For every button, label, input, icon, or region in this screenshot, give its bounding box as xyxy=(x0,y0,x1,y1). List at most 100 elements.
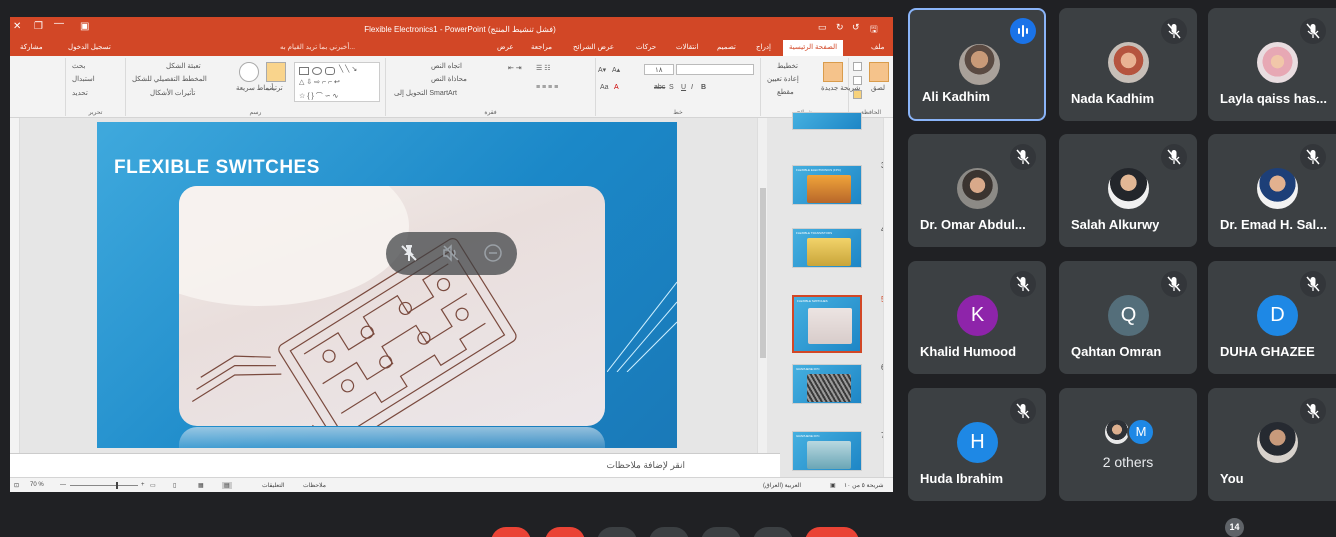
bold-icon[interactable]: B xyxy=(701,84,706,91)
thumbnail-2[interactable] xyxy=(792,112,862,130)
editor-scroll-thumb[interactable] xyxy=(760,188,766,358)
current-slide[interactable]: FLEXIBLE SWITCHES xyxy=(97,122,677,448)
participant-tile-self[interactable]: You xyxy=(1208,388,1336,501)
tab-file[interactable]: ملف xyxy=(871,43,884,51)
zoom-slider[interactable] xyxy=(70,482,138,489)
participant-tile[interactable]: Dr. Omar Abdul... xyxy=(908,134,1046,247)
sorter-view-icon[interactable]: ▦ xyxy=(198,482,204,489)
font-color-icon[interactable]: A xyxy=(614,84,619,91)
participant-tile-others[interactable]: M 2 others xyxy=(1059,388,1197,501)
oval-shape-icon[interactable] xyxy=(312,67,322,75)
reading-view-icon[interactable]: ▯ xyxy=(173,482,176,489)
participant-count-badge[interactable]: 14 xyxy=(1225,518,1244,537)
editor-scrollbar[interactable] xyxy=(757,118,767,453)
zoom-level[interactable]: 70 % xyxy=(30,482,44,488)
participant-tile[interactable]: D DUHA GHAZEE xyxy=(1208,261,1336,374)
fit-slide-icon[interactable]: ⊡ xyxy=(14,482,19,489)
raise-hand-button[interactable] xyxy=(649,527,689,537)
rectangle-shape-icon[interactable] xyxy=(299,67,309,75)
thumbnail-7[interactable]: GRAPHENE FPC xyxy=(792,431,862,471)
star-shape-icons[interactable]: ☆ { } ⌒ ∽ ∿ xyxy=(299,91,338,101)
smartart-button[interactable]: التحويل إلى SmartArt xyxy=(394,89,457,97)
select-button[interactable]: تحديد xyxy=(72,89,88,97)
mic-toggle-button[interactable] xyxy=(491,527,531,537)
zoom-out-icon[interactable]: — xyxy=(60,482,66,488)
rounded-rect-shape-icon[interactable] xyxy=(325,67,335,75)
zoom-slider-thumb[interactable] xyxy=(116,482,118,489)
participant-tile[interactable]: Q Qahtan Omran xyxy=(1059,261,1197,374)
clear-format-icon[interactable]: Aa xyxy=(600,84,609,91)
mute-presentation-icon[interactable] xyxy=(441,243,461,263)
more-options-button[interactable] xyxy=(753,527,793,537)
save-icon[interactable]: 🖫 xyxy=(870,22,878,38)
line-shape-icons[interactable]: ╲ ╲ ↘ xyxy=(339,65,357,73)
strikethrough-icon[interactable]: abc xyxy=(654,84,665,91)
participant-tile[interactable]: Dr. Emad H. Sal... xyxy=(1208,134,1336,247)
quick-styles-icon[interactable] xyxy=(239,62,259,82)
present-button[interactable] xyxy=(701,527,741,537)
participant-tile[interactable]: Ali Kadhim xyxy=(908,8,1046,121)
tab-transitions[interactable]: انتقالات xyxy=(676,43,698,51)
find-button[interactable]: بحث xyxy=(72,62,85,70)
thumbnail-3[interactable]: FLEXIBLE ELECTRONICS (FPC) xyxy=(792,165,862,205)
remove-tile-icon[interactable] xyxy=(483,243,503,263)
left-scrollbar[interactable] xyxy=(10,118,20,477)
paste-icon[interactable] xyxy=(869,62,889,82)
leave-call-button[interactable] xyxy=(805,527,859,537)
reset-button[interactable]: إعادة تعيين xyxy=(767,75,799,83)
participant-tile[interactable]: H Huda Ibrahim xyxy=(908,388,1046,501)
captions-button[interactable] xyxy=(597,527,637,537)
participant-tile[interactable]: Salah Alkurwy xyxy=(1059,134,1197,247)
font-shrink-icon[interactable]: A▾ xyxy=(598,66,606,74)
shadow-icon[interactable]: S xyxy=(669,84,674,91)
tab-review[interactable]: مراجعة xyxy=(531,43,552,51)
font-grow-icon[interactable]: A▴ xyxy=(612,66,620,74)
cut-icon[interactable] xyxy=(853,62,862,71)
underline-icon[interactable]: U xyxy=(681,84,686,91)
participant-tile[interactable]: K Khalid Humood xyxy=(908,261,1046,374)
tab-insert[interactable]: إدراج xyxy=(756,43,771,51)
tab-view[interactable]: عرض xyxy=(497,43,514,51)
replace-button[interactable]: استبدال xyxy=(72,75,95,83)
sign-in-link[interactable]: تسجيل الدخول xyxy=(68,43,111,51)
layout-button[interactable]: تخطيط xyxy=(777,62,798,70)
pin-off-icon[interactable] xyxy=(399,243,419,263)
thumbnails-scrollbar[interactable] xyxy=(883,118,893,477)
shape-outline-button[interactable]: المخطط التفصيلي للشكل xyxy=(132,75,207,83)
tab-slideshow[interactable]: عرض الشرائح xyxy=(573,43,614,51)
tell-me-search[interactable]: أخبرني بما تريد القيام به... xyxy=(280,43,355,51)
tab-animations[interactable]: حركات xyxy=(636,43,656,51)
slideshow-view-icon[interactable]: ▭ xyxy=(150,482,156,489)
new-slide-icon[interactable] xyxy=(823,62,843,82)
quick-styles-label[interactable]: أنماط سريعة xyxy=(236,84,273,92)
shape-fill-button[interactable]: تعبئة الشكل xyxy=(166,62,201,70)
align-icons[interactable]: ≡ ≡ ≡ ≡ xyxy=(536,84,558,91)
tab-design[interactable]: تصميم xyxy=(717,43,736,51)
notes-button[interactable]: ملاحظات xyxy=(303,482,326,489)
thumbnail-4[interactable]: FLEXIBLE TRANSISTORS xyxy=(792,228,862,268)
comments-button[interactable]: التعليقات xyxy=(262,482,285,489)
start-icon[interactable]: ▭ xyxy=(818,22,827,33)
thumbnail-6[interactable]: GRAPHENE FPC xyxy=(792,364,862,404)
font-size-box[interactable]: ١٨ xyxy=(644,64,674,75)
align-text-button[interactable]: محاذاة النص xyxy=(431,75,467,83)
section-button[interactable]: مقطع xyxy=(777,88,794,96)
undo-icon[interactable]: ↺ xyxy=(852,22,860,33)
italic-icon[interactable]: I xyxy=(691,84,693,91)
participant-tile[interactable]: Nada Kadhim xyxy=(1059,8,1197,121)
new-slide-label[interactable]: شريحة جديدة xyxy=(821,84,860,92)
accessibility-icon[interactable]: ▣ xyxy=(830,482,836,489)
restore-icon[interactable]: ❐ xyxy=(34,21,43,32)
tab-home[interactable]: الصفحة الرئيسية xyxy=(783,40,844,56)
close-icon[interactable]: ✕ xyxy=(13,21,21,32)
minimize-icon[interactable]: — xyxy=(54,18,64,29)
normal-view-icon[interactable]: ▤ xyxy=(222,482,232,489)
arrange-icon[interactable] xyxy=(266,62,286,82)
arrow-shape-icons[interactable]: △ ⇩ ⇨ ⌐ ⌐ ↩ xyxy=(299,78,340,86)
bullets-icon[interactable]: ☰ ☷ xyxy=(536,64,551,72)
share-button[interactable]: مشاركة xyxy=(20,43,43,51)
zoom-in-icon[interactable]: + xyxy=(141,482,145,488)
indent-icons[interactable]: ⇤ ⇥ xyxy=(508,64,522,72)
redo-icon[interactable]: ↻ xyxy=(836,22,844,33)
ribbon-display-icon[interactable]: ▣ xyxy=(80,21,89,32)
